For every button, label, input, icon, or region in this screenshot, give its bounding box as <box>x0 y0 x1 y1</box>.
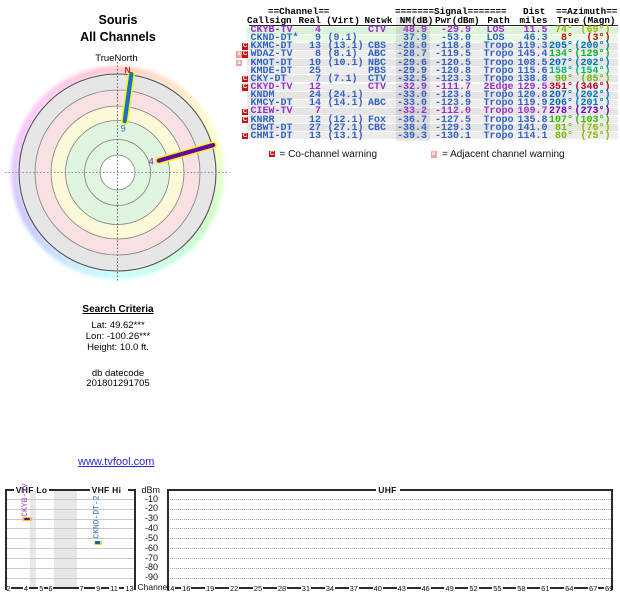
svg-text:4: 4 <box>149 157 154 168</box>
svg-text:9: 9 <box>121 124 126 135</box>
svg-text:N: N <box>125 65 131 75</box>
